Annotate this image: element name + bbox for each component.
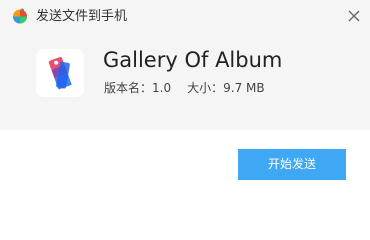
app-icon (36, 49, 84, 97)
colorful-ball-logo-icon (13, 8, 27, 24)
app-meta: 版本名：1.0 大小：9.7 MB (104, 80, 265, 96)
dialog-title: 发送文件到手机 (36, 9, 128, 24)
gallery-tag-icon (48, 57, 72, 90)
close-button[interactable] (344, 6, 364, 26)
app-name: Gallery Of Album (103, 48, 283, 72)
title-bar: 发送文件到手机 (0, 0, 370, 34)
size-value: 9.7 MB (223, 81, 265, 95)
dialog-header-area: 发送文件到手机 Gallery Of Album 版本名：1.0 大小：9.7 … (0, 0, 370, 130)
size-label: 大小： (187, 81, 224, 95)
version-label: 版本名： (104, 81, 153, 95)
version-value: 1.0 (152, 81, 172, 95)
send-to-phone-dialog: 发送文件到手机 Gallery Of Album 版本名：1.0 大小：9.7 … (0, 0, 370, 200)
close-icon (348, 10, 360, 22)
start-send-button[interactable]: 开始发送 (238, 149, 346, 180)
